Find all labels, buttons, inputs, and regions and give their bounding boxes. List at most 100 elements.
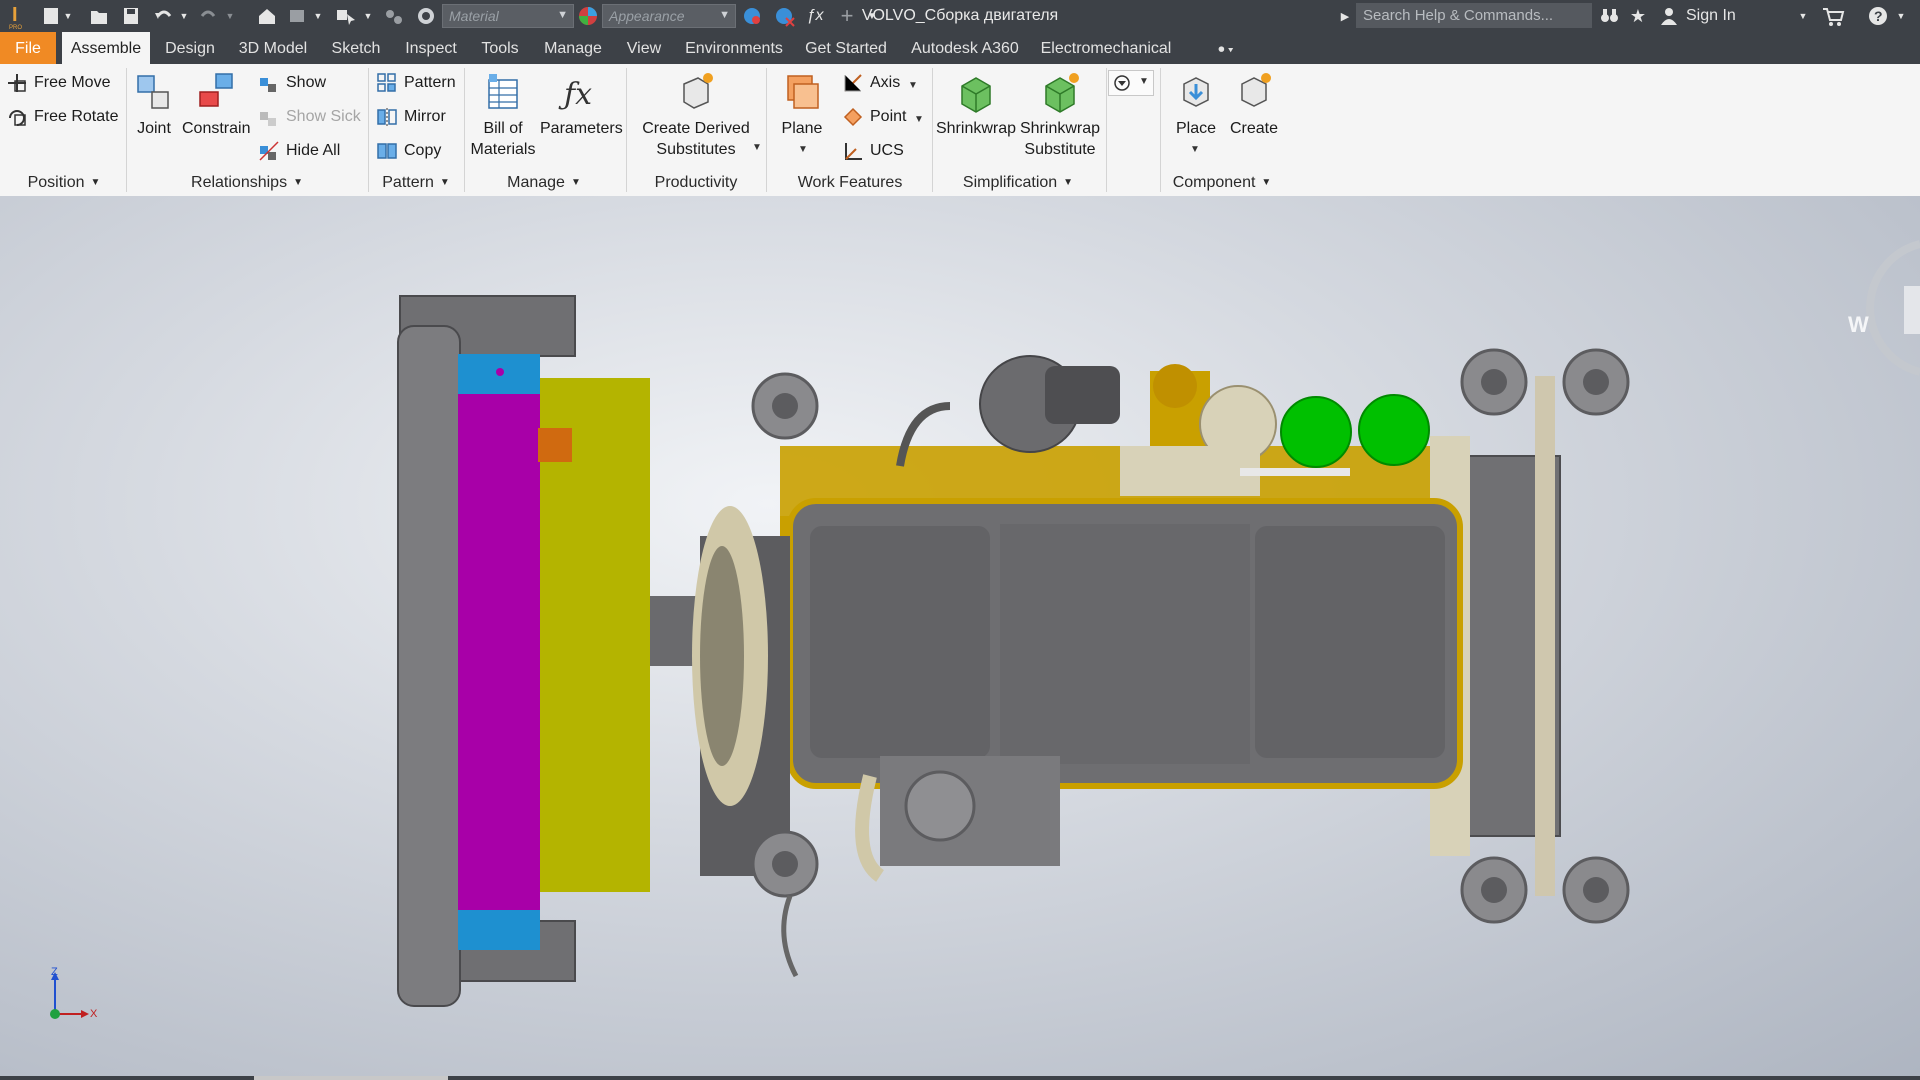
graphics-viewport[interactable]: W Z X xyxy=(0,196,1920,1076)
plane-dropdown-icon[interactable]: ▼ xyxy=(798,144,808,155)
home-icon[interactable] xyxy=(256,0,278,32)
return-icon[interactable] xyxy=(286,0,308,32)
axis-dropdown-icon[interactable]: ▼ xyxy=(908,80,918,91)
shrinkwrap-substitute-icon xyxy=(1045,73,1079,113)
return-dropdown-icon[interactable]: ▼ xyxy=(312,0,324,32)
hide-all-button[interactable]: Hide All xyxy=(258,140,340,162)
selection-filter-dropdown[interactable]: ▼ xyxy=(1108,70,1154,96)
help-icon[interactable]: ? xyxy=(1866,0,1890,32)
radiator-assembly[interactable] xyxy=(397,295,710,1007)
select-mode-icon[interactable] xyxy=(334,0,358,32)
plane-button[interactable]: Plane xyxy=(772,70,832,139)
ucs-icon xyxy=(845,143,862,160)
search-expand-icon[interactable]: ▶ xyxy=(1338,0,1352,32)
parameters-button[interactable]: ƒx Parameters xyxy=(540,70,623,139)
joint-icon xyxy=(137,75,169,109)
panel-visibility-icon[interactable]: ⏺ ▾ xyxy=(1206,32,1246,64)
update-icon[interactable] xyxy=(382,0,406,32)
shrinkwrap-substitute-button[interactable]: Shrinkwrap Substitute xyxy=(1018,70,1102,160)
new-file-icon[interactable] xyxy=(40,0,62,32)
inventor-logo-icon[interactable]: I PRO xyxy=(4,2,30,30)
panel-label-component[interactable]: Component ▼ xyxy=(1162,172,1282,194)
new-dropdown-icon[interactable]: ▼ xyxy=(62,0,74,32)
panel-label-simplification[interactable]: Simplification ▼ xyxy=(934,172,1102,194)
cart-icon[interactable] xyxy=(1820,0,1846,32)
viewcube[interactable] xyxy=(1848,240,1920,380)
shrinkwrap-button[interactable]: Shrinkwrap xyxy=(934,70,1018,139)
create-component-button[interactable]: Create xyxy=(1226,70,1282,139)
document-tab-indicator[interactable] xyxy=(254,1076,448,1080)
axis-button[interactable]: Axis xyxy=(842,72,900,94)
axis-x-label: X xyxy=(90,1008,98,1020)
tab-autodesk-a360[interactable]: Autodesk A360 xyxy=(904,32,1026,64)
panel-label-pattern[interactable]: Pattern ▼ xyxy=(370,172,462,194)
mirror-button[interactable]: Mirror xyxy=(376,106,446,128)
redo-icon[interactable] xyxy=(198,0,220,32)
cds-dropdown-icon[interactable]: ▼ xyxy=(752,142,762,153)
tab-environments[interactable]: Environments xyxy=(680,32,788,64)
fx-icon[interactable]: ƒx xyxy=(804,0,826,32)
panel-label-manage[interactable]: Manage ▼ xyxy=(466,172,622,194)
tab-tools[interactable]: Tools xyxy=(472,32,528,64)
tab-sketch[interactable]: Sketch xyxy=(322,32,390,64)
free-rotate-icon xyxy=(9,110,26,126)
show-button[interactable]: Show xyxy=(258,72,326,94)
select-dropdown-icon[interactable]: ▼ xyxy=(362,0,374,32)
panel-label-position[interactable]: Position ▼ xyxy=(4,172,124,194)
appearance-ball-icon[interactable] xyxy=(576,0,600,32)
copy-button[interactable]: Copy xyxy=(376,140,441,162)
ucs-button[interactable]: UCS xyxy=(842,140,904,162)
undo-icon[interactable] xyxy=(152,0,174,32)
point-icon xyxy=(843,107,863,127)
clear-appearance-icon[interactable] xyxy=(772,0,796,32)
free-move-icon xyxy=(8,74,26,92)
tab-inspect[interactable]: Inspect xyxy=(396,32,466,64)
sign-in-link[interactable]: Sign In xyxy=(1686,0,1746,32)
tab-assemble[interactable]: Assemble xyxy=(62,32,150,64)
free-move-button[interactable]: Free Move xyxy=(6,72,110,94)
place-icon xyxy=(1183,77,1209,107)
globe-icon[interactable] xyxy=(414,0,438,32)
redo-dropdown-icon[interactable]: ▼ xyxy=(224,0,236,32)
add-icon[interactable]: + xyxy=(836,0,858,32)
engine-assembly-model[interactable] xyxy=(0,196,1920,1076)
appearance-select[interactable]: Appearance ▼ xyxy=(602,4,736,28)
point-dropdown-icon[interactable]: ▼ xyxy=(914,114,924,125)
tab-file[interactable]: File xyxy=(0,32,56,64)
simplification-expand-icon: ▼ xyxy=(1063,177,1074,188)
tab-design[interactable]: Design xyxy=(156,32,224,64)
material-select[interactable]: Material ▼ xyxy=(442,4,574,28)
parameters-label: Parameters xyxy=(540,120,623,137)
place-dropdown-icon[interactable]: ▼ xyxy=(1190,144,1200,155)
bill-of-materials-button[interactable]: Bill of Materials xyxy=(466,70,540,160)
create-derived-substitutes-button[interactable]: Create Derived Substitutes xyxy=(632,70,760,160)
search-input[interactable]: Search Help & Commands... xyxy=(1356,3,1592,28)
tab-electromechanical[interactable]: Electromechanical xyxy=(1036,32,1176,64)
place-button[interactable]: Place xyxy=(1166,70,1226,139)
tab-get-started[interactable]: Get Started xyxy=(798,32,894,64)
help-dropdown-icon[interactable]: ▼ xyxy=(1894,0,1908,32)
tab-manage[interactable]: Manage xyxy=(536,32,610,64)
binoculars-icon[interactable] xyxy=(1596,0,1622,32)
panel-separator xyxy=(464,68,465,192)
viewcube-compass-label[interactable]: W xyxy=(1848,312,1872,338)
star-icon[interactable]: ★ xyxy=(1626,0,1650,32)
sign-in-dropdown-icon[interactable]: ▼ xyxy=(1796,0,1810,32)
customize-toolbar-icon[interactable]: ▼ xyxy=(864,0,880,32)
constrain-button[interactable]: Constrain xyxy=(182,70,250,139)
undo-dropdown-icon[interactable]: ▼ xyxy=(178,0,190,32)
tab-3d-model[interactable]: 3D Model xyxy=(232,32,314,64)
adjust-appearance-icon[interactable] xyxy=(740,0,764,32)
tab-view[interactable]: View xyxy=(616,32,672,64)
panel-label-relationships[interactable]: Relationships ▼ xyxy=(128,172,366,194)
free-rotate-button[interactable]: Free Rotate xyxy=(6,106,118,128)
show-sick-button[interactable]: Show Sick xyxy=(258,106,361,128)
user-icon[interactable] xyxy=(1658,0,1680,32)
open-folder-icon[interactable] xyxy=(88,0,110,32)
save-icon[interactable] xyxy=(120,0,142,32)
svg-text:I: I xyxy=(12,4,18,26)
joint-button[interactable]: Joint xyxy=(130,70,178,139)
panel-separator xyxy=(126,68,127,192)
point-button[interactable]: Point xyxy=(842,106,906,128)
pattern-button[interactable]: Pattern xyxy=(376,72,456,94)
